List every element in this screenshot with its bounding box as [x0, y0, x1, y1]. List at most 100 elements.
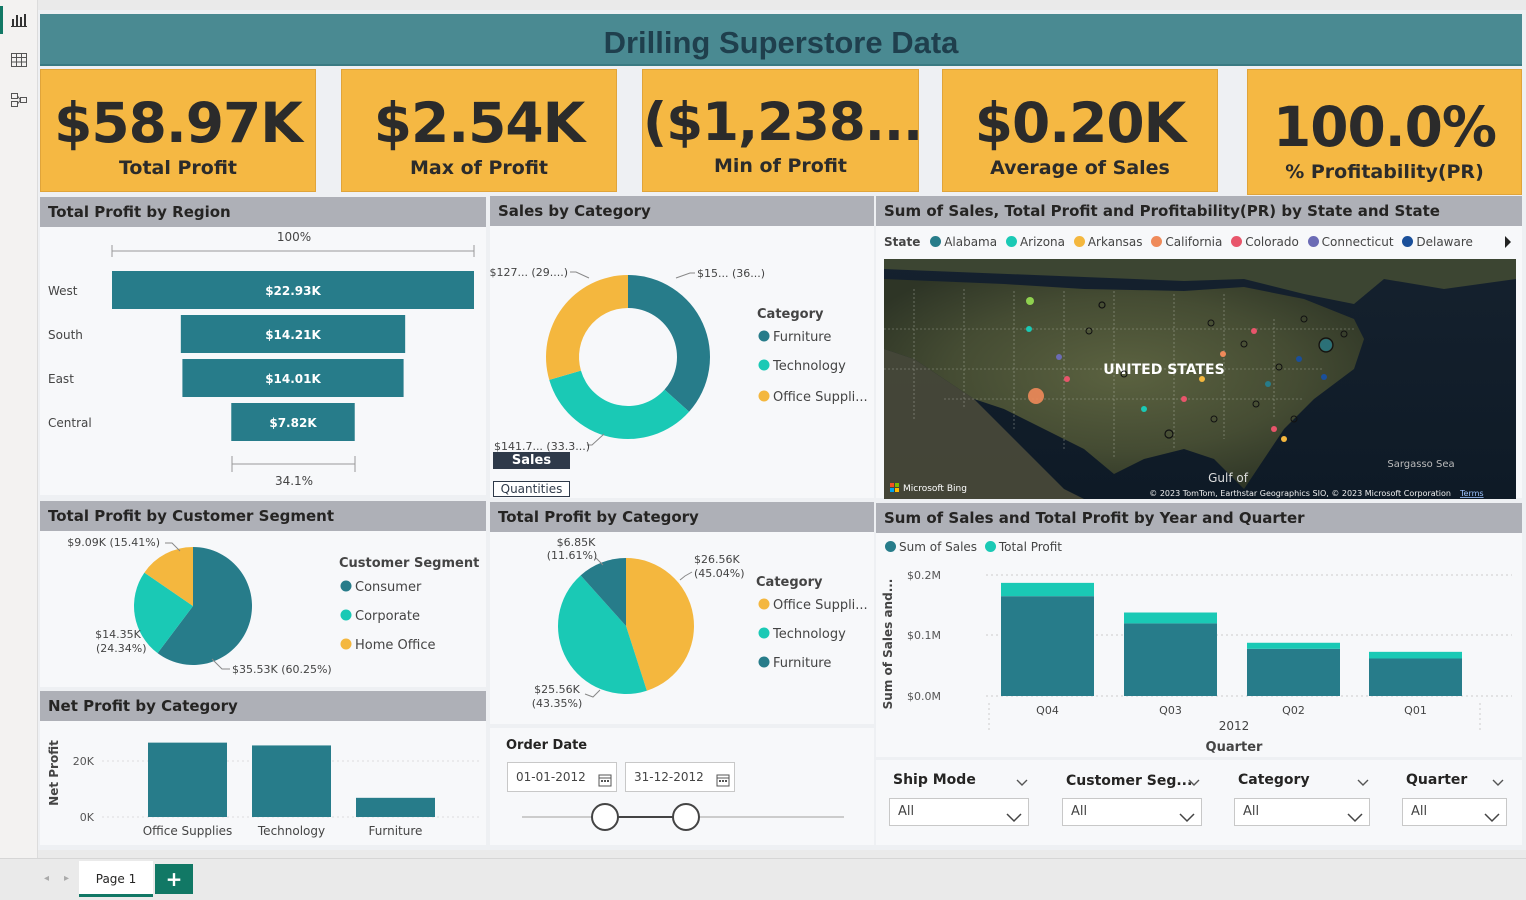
kpi-card-average-sales[interactable]: $0.20K Average of Sales [942, 69, 1218, 192]
legend-item-alabama[interactable]: Alabama [944, 235, 997, 249]
bar-profit-q01[interactable] [1369, 651, 1462, 659]
leader-line [570, 271, 590, 279]
legend-item-california[interactable]: California [1165, 235, 1222, 249]
sales-toggle-button[interactable]: Sales [493, 452, 570, 469]
kpi-card-min-profit[interactable]: ($1,238... Min of Profit [642, 69, 923, 192]
x-year-label: 2012 [1219, 719, 1250, 733]
legend-dot [885, 541, 896, 552]
legend-item-profit[interactable]: Total Profit [999, 540, 1062, 554]
sales-donut-slice-technology[interactable] [549, 370, 690, 439]
funnel-bar-label: $7.82K [269, 416, 317, 430]
legend-item-technology[interactable]: Technology [772, 627, 846, 642]
bar-profit-q04[interactable] [1001, 582, 1094, 597]
y-tick: $0.0M [907, 690, 941, 703]
tab-scroll-right-icon[interactable]: ▸ [64, 873, 69, 884]
bar-technology[interactable] [252, 745, 331, 817]
chevron-down-icon[interactable] [1016, 773, 1028, 792]
quantities-toggle-button[interactable]: Quantities [493, 481, 570, 497]
segment-pie-visual[interactable]: Total Profit by Customer Segment $9.09K … [40, 501, 486, 687]
legend-item-colorado[interactable]: Colorado [1245, 235, 1299, 249]
funnel-category-label: West [48, 284, 78, 298]
legend-item-connecticut[interactable]: Connecticut [1322, 235, 1394, 249]
legend-dot-technology [758, 359, 770, 371]
leader-line [679, 571, 693, 581]
legend-item-home-office[interactable]: Home Office [355, 638, 435, 653]
kpi-card-total-profit[interactable]: $58.97K Total Profit [40, 69, 316, 192]
legend-item-furniture[interactable]: Furniture [773, 656, 831, 671]
legend-dot [984, 541, 996, 552]
chevron-down-icon[interactable] [1357, 773, 1369, 792]
model-view-icon[interactable] [10, 92, 28, 108]
legend-item-consumer[interactable]: Consumer [355, 580, 422, 595]
slider-handle-start[interactable] [591, 803, 619, 831]
legend-item-technology[interactable]: Technology [772, 359, 846, 374]
calendar-icon[interactable] [716, 769, 730, 797]
map-terms-link[interactable]: Terms [1459, 489, 1484, 498]
bar-office-supplies[interactable] [148, 742, 227, 817]
data-label-furniture-2: (11.61%) [547, 549, 598, 562]
funnel-category-label: Central [48, 416, 92, 430]
calendar-icon[interactable] [598, 769, 612, 797]
map-canvas[interactable]: UNITED STATES Gulf of Sargasso Sea Micro… [884, 259, 1516, 499]
region-funnel-visual[interactable]: Total Profit by Region 100% $22.93K West $… [40, 197, 486, 495]
report-view-icon[interactable] [0, 6, 28, 34]
quarter-dropdown[interactable]: All [1402, 798, 1507, 826]
chevron-down-icon [1347, 807, 1363, 833]
y-axis-label: Net Profit [47, 740, 61, 806]
table-view-icon[interactable] [10, 52, 28, 68]
customer-segment-dropdown[interactable]: All [1062, 798, 1202, 826]
x-tick-label: Furniture [369, 824, 423, 838]
data-label-technology-2: (43.35%) [532, 697, 583, 710]
legend-item-office[interactable]: Office Suppli... [773, 390, 868, 405]
bar-profit-q02[interactable] [1247, 642, 1340, 649]
end-date-value: 31-12-2012 [634, 770, 704, 784]
add-page-button[interactable]: + [155, 864, 193, 894]
bar-sales-q02[interactable] [1247, 648, 1340, 696]
legend-item-delaware[interactable]: Delaware [1416, 235, 1473, 249]
chevron-down-icon[interactable] [1188, 773, 1200, 792]
chevron-down-icon[interactable] [1492, 773, 1504, 792]
legend-item-office[interactable]: Office Suppli... [773, 598, 868, 613]
sales-by-category-visual[interactable]: Sales by Category $15... (36...) $127...… [490, 196, 874, 498]
legend-item-sales[interactable]: Sum of Sales [899, 540, 977, 554]
bar-sales-q01[interactable] [1369, 658, 1462, 696]
tab-page-1[interactable]: Page 1 [79, 861, 153, 897]
end-date-input[interactable]: 31-12-2012 [625, 762, 735, 792]
net-profit-visual[interactable]: Net Profit by Category Net Profit 20K 0K… [40, 691, 486, 845]
legend-dot-office [758, 390, 770, 402]
order-date-slicer[interactable]: Order Date 01-01-2012 31-12-2012 [490, 728, 874, 845]
legend-dot [1073, 236, 1085, 247]
slider-handle-end[interactable] [672, 803, 700, 831]
bar-profit-q03[interactable] [1124, 612, 1217, 624]
kpi-card-max-profit[interactable]: $2.54K Max of Profit [341, 69, 617, 192]
kpi-card-profitability[interactable]: 100.0% % Profitability(PR) [1247, 69, 1522, 195]
legend-item-arkansas[interactable]: Arkansas [1088, 235, 1143, 249]
funnel-category-label: East [48, 372, 74, 386]
category-dropdown[interactable]: All [1234, 798, 1370, 826]
tab-scroll-left-icon[interactable]: ◂ [44, 873, 49, 884]
profit-category-pie-chart: $6.85K (11.61%) $26.56K (45.04%) $25.56K… [532, 536, 868, 710]
kpi-label: Min of Profit [713, 155, 847, 177]
profit-by-category-visual[interactable]: Total Profit by Category $6.85K (11.61%)… [490, 502, 874, 724]
map-label-gulf: Gulf of [1208, 471, 1249, 485]
legend-item-arizona[interactable]: Arizona [1020, 235, 1065, 249]
left-nav-rail [0, 0, 38, 900]
data-label-consumer: $35.53K (60.25%) [232, 663, 332, 676]
date-range-slider[interactable] [510, 802, 850, 832]
sales-donut-slice-office-supplies[interactable] [546, 275, 628, 380]
legend-title: Customer Segment [339, 556, 479, 571]
state-map-visual[interactable]: Sum of Sales, Total Profit and Profitabi… [876, 196, 1522, 499]
year-quarter-visual[interactable]: Sum of Sales and Total Profit by Year an… [876, 503, 1522, 757]
y-tick: $0.1M [907, 629, 941, 642]
start-date-input[interactable]: 01-01-2012 [507, 762, 617, 792]
bar-furniture[interactable] [356, 797, 435, 817]
data-label-office-1: $26.56K [694, 553, 740, 566]
legend-dot-home-office [340, 638, 352, 650]
ship-mode-dropdown[interactable]: All [889, 798, 1029, 826]
legend-item-furniture[interactable]: Furniture [773, 330, 831, 345]
sales-donut-slice-furniture[interactable] [628, 275, 710, 412]
bar-sales-q04[interactable] [1001, 596, 1094, 696]
legend-next-arrow-icon[interactable] [1505, 236, 1511, 248]
legend-item-corporate[interactable]: Corporate [355, 609, 420, 624]
bar-sales-q03[interactable] [1124, 623, 1217, 696]
